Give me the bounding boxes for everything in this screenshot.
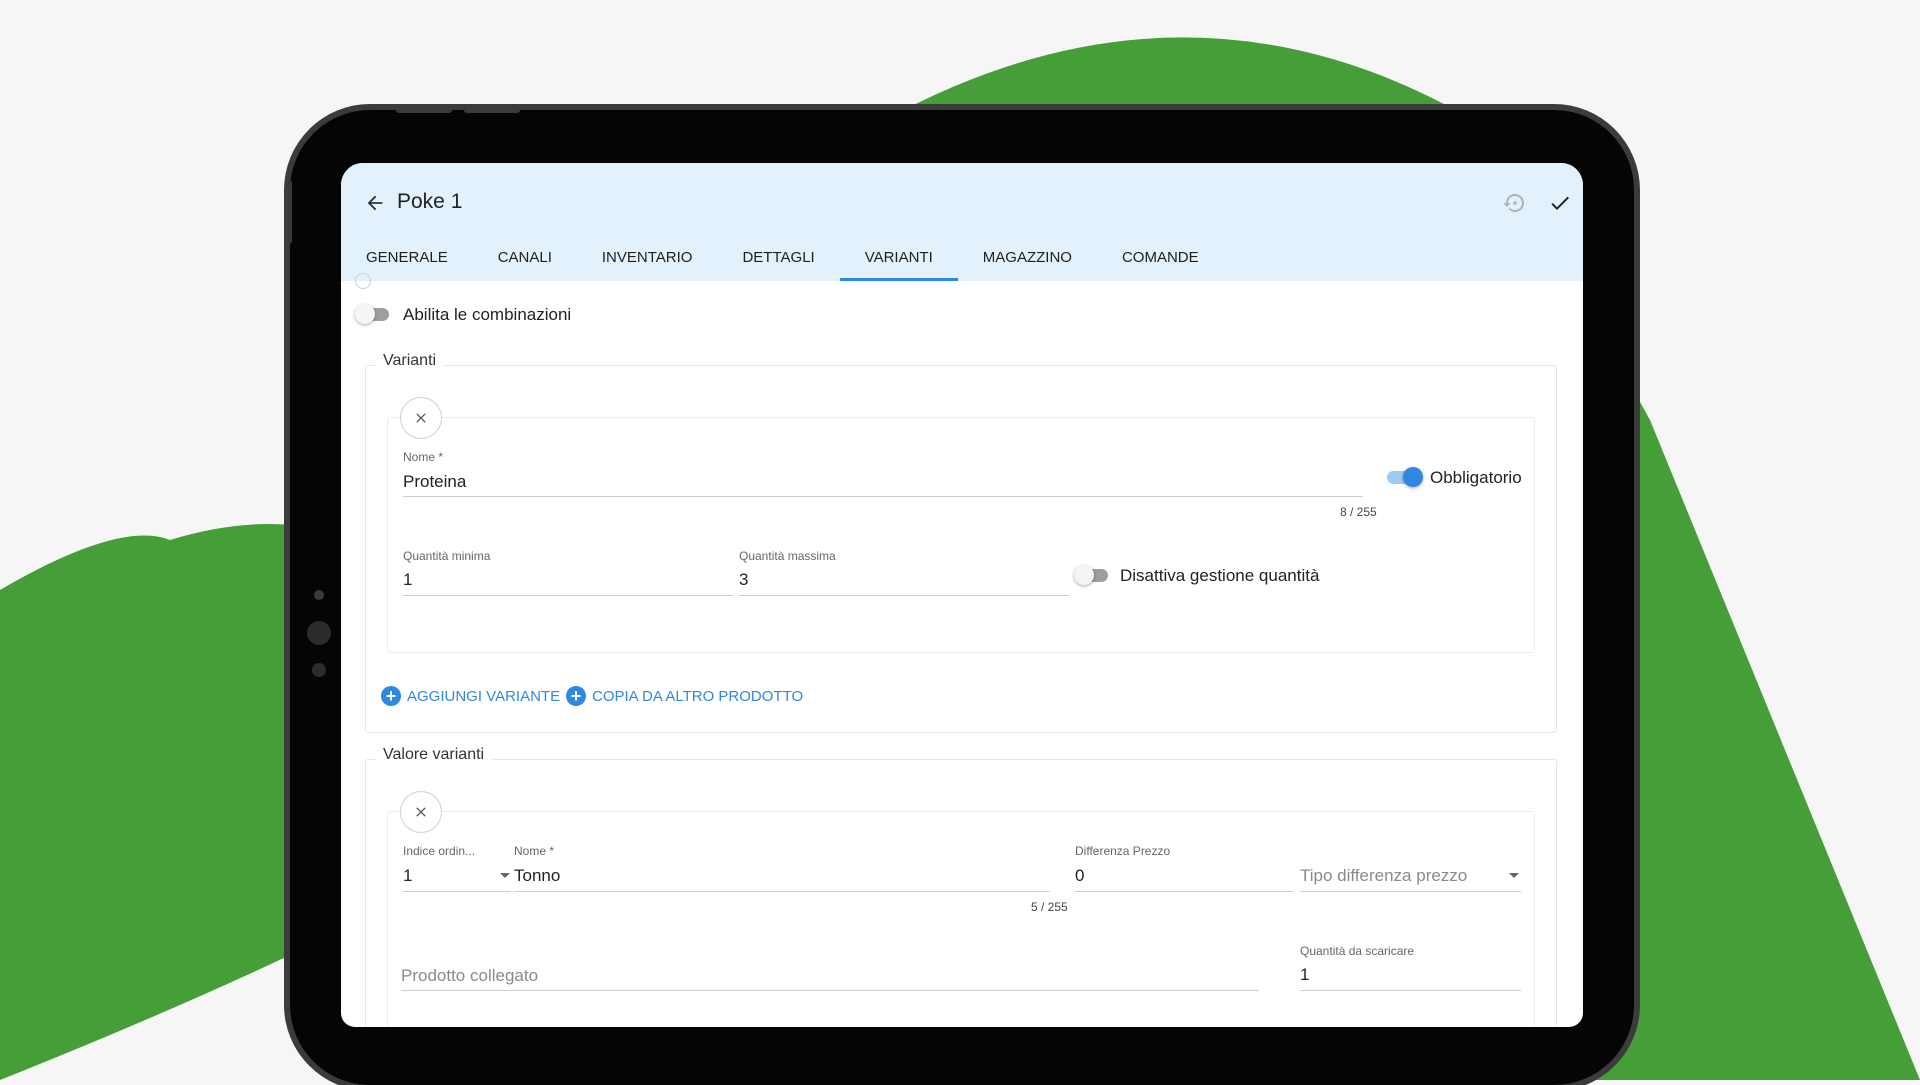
plus-circle-icon: + — [381, 686, 401, 706]
value-name-label: Nome * — [514, 844, 555, 858]
price-diff-underline — [1075, 891, 1293, 892]
min-qty-underline — [403, 595, 733, 596]
camera-dot — [314, 590, 324, 600]
check-icon — [1551, 196, 1569, 210]
value-name-underline — [514, 891, 1050, 892]
variant-name-label: Nome * — [403, 450, 444, 464]
linked-product-input[interactable]: Prodotto collegato — [401, 966, 538, 986]
qty-unload-underline — [1300, 990, 1521, 991]
sensor-dot — [312, 663, 326, 677]
history-icon — [1503, 194, 1524, 212]
price-type-select[interactable]: Tipo differenza prezzo — [1300, 866, 1467, 886]
min-qty-label: Quantità minima — [403, 549, 491, 563]
tab-comande[interactable]: COMANDE — [1097, 243, 1224, 281]
plus-circle-icon: + — [566, 686, 586, 706]
tab-magazzino[interactable]: MAGAZZINO — [958, 243, 1097, 281]
max-qty-label: Quantità massima — [739, 549, 836, 563]
price-diff-input[interactable]: 0 — [1075, 866, 1084, 886]
tab-bar: GENERALE CANALI INVENTARIO DETTAGLI VARI… — [341, 243, 1224, 281]
close-icon — [416, 413, 426, 423]
chevron-down-icon — [500, 873, 510, 878]
remove-variant-button[interactable] — [400, 397, 442, 439]
required-toggle[interactable] — [1385, 467, 1423, 487]
copy-from-product-button[interactable]: + COPIA DA ALTRO PRODOTTO — [566, 686, 803, 706]
max-qty-underline — [739, 595, 1069, 596]
app-bar: Poke 1 GENERALE CANALI INVENTARIO DETTAG… — [341, 163, 1583, 281]
volume-button — [396, 107, 452, 113]
add-variant-label: AGGIUNGI VARIANTE — [407, 687, 561, 705]
variant-name-counter: 8 / 255 — [1340, 505, 1377, 519]
tab-inventario[interactable]: INVENTARIO — [577, 243, 718, 281]
close-icon — [416, 807, 426, 817]
confirm-button[interactable] — [1540, 183, 1580, 223]
combinations-label: Abilita le combinazioni — [403, 305, 572, 324]
back-button[interactable] — [355, 183, 395, 223]
disable-qty-toggle[interactable] — [1074, 565, 1110, 585]
price-type-underline — [1300, 891, 1521, 892]
chevron-down-icon — [1509, 873, 1519, 878]
variant-name-input[interactable]: Proteina — [403, 472, 466, 492]
copy-from-product-label: COPIA DA ALTRO PRODOTTO — [592, 687, 804, 705]
camera-lens — [307, 621, 331, 645]
variant-values-legend: Valore varianti — [375, 746, 493, 764]
required-label: Obbligatorio — [1430, 468, 1522, 487]
volume-button — [464, 107, 520, 113]
variant-card — [387, 417, 1535, 653]
add-variant-button[interactable]: + AGGIUNGI VARIANTE — [381, 686, 560, 706]
variants-legend: Varianti — [375, 352, 445, 370]
value-name-input[interactable]: Tonno — [514, 866, 560, 886]
sort-index-label: Indice ordin... — [403, 844, 476, 858]
app-screen: Poke 1 GENERALE CANALI INVENTARIO DETTAG… — [341, 163, 1583, 1027]
tab-dettagli[interactable]: DETTAGLI — [717, 243, 839, 281]
power-button — [286, 180, 292, 244]
remove-variant-value-button[interactable] — [400, 791, 442, 833]
arrow-left-icon — [367, 195, 383, 211]
price-diff-label: Differenza Prezzo — [1075, 844, 1171, 858]
disable-qty-label: Disattiva gestione quantità — [1120, 566, 1320, 585]
value-name-counter: 5 / 255 — [1031, 900, 1068, 914]
sort-index-underline — [403, 891, 511, 892]
sort-index-select[interactable]: 1 — [403, 866, 412, 886]
page-title: Poke 1 — [397, 190, 463, 213]
radio-button[interactable] — [355, 273, 371, 289]
tab-canali[interactable]: CANALI — [473, 243, 577, 281]
max-qty-input[interactable]: 3 — [739, 570, 748, 590]
combinations-toggle[interactable] — [355, 304, 391, 324]
min-qty-input[interactable]: 1 — [403, 570, 412, 590]
variant-value-card — [387, 811, 1535, 1027]
variant-name-underline — [403, 496, 1363, 497]
qty-unload-label: Quantità da scaricare — [1300, 944, 1415, 958]
tab-varianti[interactable]: VARIANTI — [839, 243, 958, 281]
qty-unload-input[interactable]: 1 — [1300, 965, 1309, 985]
variants-content: Abilita le combinazioni Varianti Nome * … — [341, 273, 1583, 1027]
linked-product-underline — [401, 990, 1259, 991]
restore-button[interactable] — [1494, 183, 1534, 223]
